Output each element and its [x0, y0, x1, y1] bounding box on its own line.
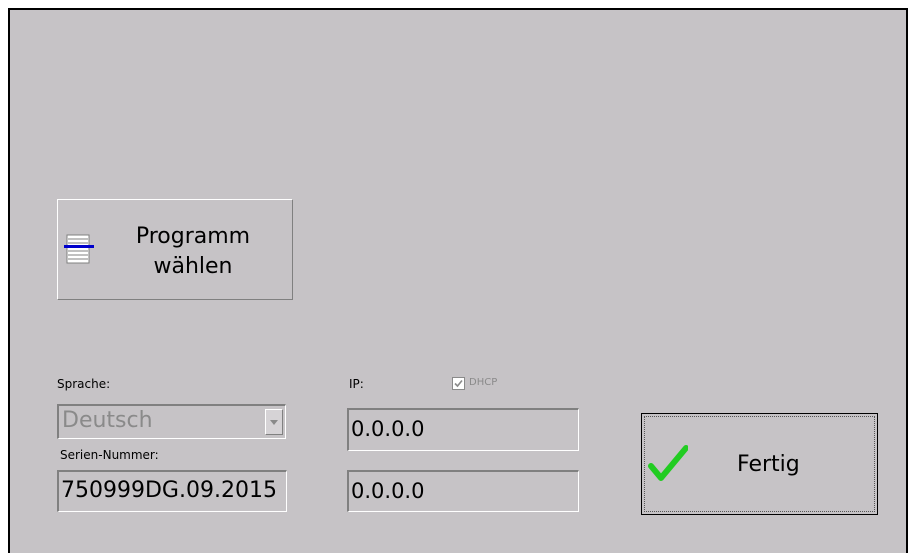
ip-label: IP: [349, 377, 364, 391]
checkmark-icon [648, 445, 688, 481]
serial-number-field[interactable]: 750999DG.09.2015 [57, 470, 287, 512]
ip-secondary-field[interactable]: 0.0.0.0 [347, 470, 579, 512]
select-program-button[interactable]: Programm wählen [57, 199, 293, 300]
done-label: Fertig [737, 452, 800, 477]
select-program-label: Programm wählen [135, 224, 251, 279]
list-icon [64, 234, 94, 264]
serial-number-label: Serien-Nummer: [60, 448, 159, 462]
language-label: Sprache: [57, 377, 111, 391]
dropdown-button[interactable] [265, 409, 283, 435]
done-button[interactable]: Fertig [641, 413, 878, 515]
serial-number-value: 750999DG.09.2015 [61, 478, 277, 503]
ip-secondary-value: 0.0.0.0 [351, 479, 425, 503]
ip-address-value: 0.0.0.0 [351, 417, 425, 441]
check-icon [454, 379, 463, 388]
language-select[interactable]: Deutsch [57, 404, 286, 439]
dhcp-checkbox[interactable] [452, 377, 465, 390]
language-value: Deutsch [62, 408, 153, 433]
dhcp-label: DHCP [469, 377, 498, 388]
ip-address-field[interactable]: 0.0.0.0 [347, 408, 579, 451]
chevron-down-icon [270, 420, 278, 425]
